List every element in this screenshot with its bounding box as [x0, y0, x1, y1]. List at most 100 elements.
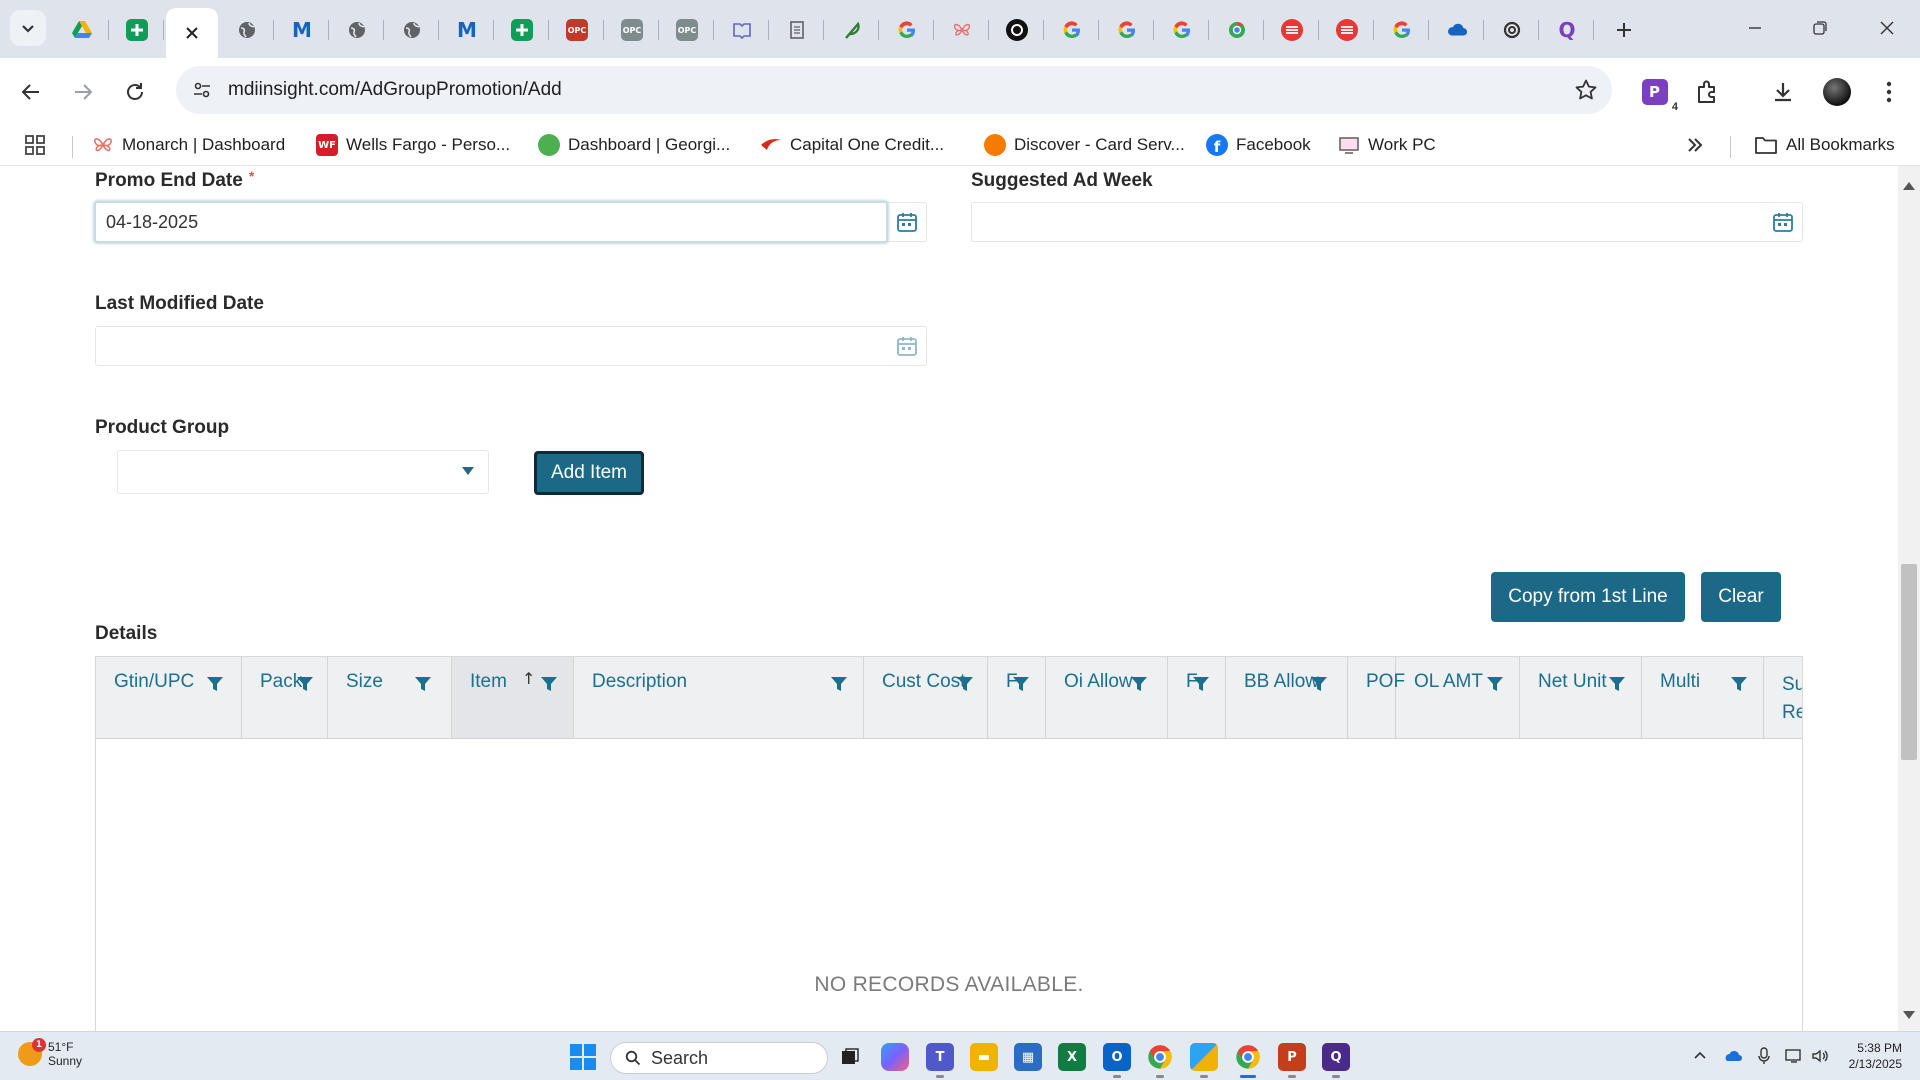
- browser-tab[interactable]: M: [441, 8, 494, 52]
- column-header-cust-cost[interactable]: Cust Cost: [864, 657, 988, 738]
- close-window-button[interactable]: [1862, 12, 1912, 44]
- column-header-ol-amt[interactable]: OL AMT: [1396, 657, 1520, 738]
- minimize-button[interactable]: [1730, 12, 1780, 44]
- weather-widget[interactable]: 1 51°F Sunny: [18, 1038, 82, 1068]
- calendar-icon[interactable]: [896, 335, 918, 357]
- forward-button[interactable]: [66, 75, 100, 109]
- browser-tab[interactable]: [771, 8, 824, 52]
- url-text[interactable]: mdiinsight.com/AdGroupPromotion/Add: [228, 79, 562, 101]
- address-bar[interactable]: mdiinsight.com/AdGroupPromotion/Add: [176, 66, 1612, 114]
- filter-icon[interactable]: [956, 675, 974, 693]
- browser-tab[interactable]: [991, 8, 1044, 52]
- browser-tab[interactable]: OPC: [661, 8, 714, 52]
- column-header-gtin-upc[interactable]: Gtin/UPC: [96, 657, 242, 738]
- reload-button[interactable]: [118, 75, 152, 109]
- filter-icon[interactable]: [830, 675, 848, 693]
- filter-icon[interactable]: [1608, 675, 1626, 693]
- chrome-icon[interactable]: [1234, 1043, 1262, 1078]
- all-bookmarks-button[interactable]: All Bookmarks: [1754, 132, 1895, 158]
- microsoft-store-icon[interactable]: ▦: [1014, 1043, 1042, 1071]
- browser-tab[interactable]: [1376, 8, 1429, 52]
- filter-icon[interactable]: [540, 675, 558, 693]
- microphone-icon[interactable]: [1754, 1046, 1774, 1066]
- browser-tab[interactable]: [1431, 8, 1484, 52]
- site-info-icon[interactable]: [188, 76, 216, 104]
- windows-start-button[interactable]: [570, 1044, 596, 1070]
- extensions-menu-button[interactable]: [1690, 75, 1724, 109]
- bookmark-georgia[interactable]: Dashboard | Georgi...: [538, 132, 730, 158]
- browser-tab[interactable]: OPC: [606, 8, 659, 52]
- browser-tab[interactable]: [1486, 8, 1539, 52]
- filter-icon[interactable]: [1130, 675, 1148, 693]
- back-button[interactable]: [14, 75, 48, 109]
- bookmark-wells-fargo[interactable]: WF Wells Fargo - Perso...: [316, 132, 510, 158]
- teams-icon[interactable]: T: [926, 1043, 954, 1078]
- browser-tab[interactable]: [1211, 8, 1264, 52]
- browser-tab[interactable]: [496, 8, 549, 52]
- excel-icon[interactable]: X: [1058, 1043, 1086, 1071]
- outlook-icon[interactable]: O: [1103, 1043, 1131, 1078]
- browser-tab[interactable]: [716, 8, 769, 52]
- bookmark-capital-one[interactable]: Capital One Credit...: [760, 132, 944, 158]
- apps-button[interactable]: [24, 132, 46, 158]
- task-view-icon[interactable]: [836, 1043, 864, 1071]
- browser-tab[interactable]: [1266, 8, 1319, 52]
- copilot-icon[interactable]: [881, 1043, 909, 1071]
- filter-icon[interactable]: [1486, 675, 1504, 693]
- bookmark-discover[interactable]: Discover - Card Serv...: [984, 132, 1185, 158]
- browser-tab[interactable]: [111, 8, 164, 52]
- browser-tab[interactable]: [936, 8, 989, 52]
- browser-tab[interactable]: [826, 8, 879, 52]
- more-bookmarks-button[interactable]: [1686, 132, 1704, 158]
- bookmark-monarch-butterfly[interactable]: Monarch | Dashboard: [92, 132, 285, 158]
- bookmark-star-icon[interactable]: [1574, 78, 1598, 102]
- browser-tab[interactable]: [56, 8, 109, 52]
- filter-icon[interactable]: [1730, 675, 1748, 693]
- system-clock[interactable]: 5:38 PM 2/13/2025: [1844, 1040, 1902, 1072]
- scroll-up-arrow-icon[interactable]: [1903, 182, 1915, 190]
- filter-icon[interactable]: [414, 675, 432, 693]
- show-hidden-icons-button[interactable]: [1690, 1046, 1710, 1066]
- suggested-ad-week-field[interactable]: [971, 202, 1803, 242]
- promo-end-date-value[interactable]: 04-18-2025: [106, 212, 198, 233]
- browser-menu-button[interactable]: [1872, 75, 1906, 109]
- browser-tab[interactable]: M: [276, 8, 329, 52]
- column-header-pack[interactable]: Pack: [242, 657, 328, 738]
- column-header-item[interactable]: Item ↑: [452, 657, 574, 738]
- browser-tab[interactable]: [1046, 8, 1099, 52]
- browser-tab[interactable]: [221, 8, 274, 52]
- tab-active[interactable]: [166, 8, 218, 58]
- browser-tab[interactable]: [1321, 8, 1374, 52]
- qualtrics-icon[interactable]: Q: [1322, 1043, 1350, 1078]
- filter-icon[interactable]: [206, 675, 224, 693]
- column-header-f[interactable]: F: [1168, 657, 1226, 738]
- last-modified-date-field[interactable]: [95, 326, 927, 366]
- column-header-description[interactable]: Description: [574, 657, 864, 738]
- browser-tab[interactable]: [1101, 8, 1154, 52]
- network-icon[interactable]: [1784, 1046, 1804, 1066]
- calendar-icon[interactable]: [896, 211, 918, 233]
- column-header-net-unit[interactable]: Net Unit: [1520, 657, 1642, 738]
- page-scrollbar[interactable]: [1898, 166, 1920, 1031]
- taskbar-search-box[interactable]: Search: [610, 1042, 828, 1074]
- sort-ascending-icon[interactable]: ↑: [522, 669, 535, 688]
- filter-icon[interactable]: [296, 675, 314, 693]
- scrollbar-thumb[interactable]: [1901, 564, 1917, 760]
- column-header-oi-allow[interactable]: Oi Allow: [1046, 657, 1168, 738]
- new-tab-button[interactable]: [1608, 14, 1640, 46]
- snip-tool-icon[interactable]: [1190, 1043, 1218, 1078]
- tab-search-button[interactable]: [10, 10, 46, 46]
- copy-from-first-line-button[interactable]: Copy from 1st Line: [1491, 572, 1685, 622]
- onedrive-tray-icon[interactable]: [1722, 1046, 1742, 1066]
- filter-icon[interactable]: [1012, 675, 1030, 693]
- product-group-dropdown[interactable]: [117, 450, 489, 494]
- browser-tab[interactable]: [331, 8, 384, 52]
- bookmark-facebook[interactable]: f Facebook: [1206, 132, 1311, 158]
- extension-button[interactable]: P 4: [1638, 75, 1678, 113]
- scroll-down-arrow-icon[interactable]: [1903, 1011, 1915, 1019]
- profile-button[interactable]: [1820, 75, 1854, 109]
- powerpoint-icon[interactable]: P: [1278, 1043, 1306, 1078]
- volume-icon[interactable]: [1810, 1046, 1830, 1066]
- browser-tab[interactable]: Q: [1541, 8, 1594, 52]
- column-header-su-re[interactable]: Su Re: [1764, 657, 1802, 738]
